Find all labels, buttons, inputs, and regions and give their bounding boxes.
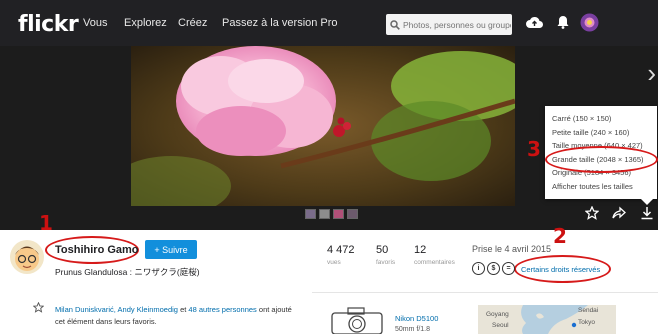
stat-faves-value: 50: [376, 244, 389, 256]
nav-explore[interactable]: Explorez: [124, 17, 167, 29]
download-icon[interactable]: [640, 206, 654, 220]
nav-upgrade-pro[interactable]: Passez à la version Pro: [222, 17, 338, 29]
photostream-thumbnails: [305, 209, 358, 219]
thumbnail[interactable]: [333, 209, 344, 219]
map-label-seoul: Seoul: [492, 322, 509, 329]
next-photo-arrow-icon[interactable]: ›: [647, 58, 656, 89]
cc-attribution-icon: i: [472, 262, 485, 275]
license-icons: i $ =: [472, 262, 515, 275]
size-option-small[interactable]: Petite taille (240 × 160): [545, 126, 657, 140]
stat-views-value: 4 472: [327, 244, 355, 256]
search-icon: [390, 19, 400, 30]
notifications-bell-icon[interactable]: [557, 15, 569, 29]
camera-model-link[interactable]: Nikon D5100: [395, 314, 438, 323]
cc-noderivs-icon: =: [502, 262, 515, 275]
location-map[interactable]: Sendai Tokyo Goyang Seoul: [478, 305, 616, 334]
flickr-logo[interactable]: flickr: [18, 12, 79, 37]
stat-comments-label: commentaires: [414, 259, 455, 266]
search-box[interactable]: [386, 14, 512, 35]
license-link[interactable]: Certains droits réservés: [521, 265, 600, 274]
camera-icon: [331, 307, 383, 334]
annotation-ellipse-large-size: [545, 146, 658, 173]
thumbnail[interactable]: [319, 209, 330, 219]
favorite-star-icon[interactable]: [585, 206, 599, 220]
date-taken: Prise le 4 avril 2015: [472, 244, 552, 254]
search-input[interactable]: [403, 19, 511, 30]
main-photo[interactable]: [131, 46, 515, 206]
fav-users-link[interactable]: Milan Duniskvarić, Andy Kleinmoedig: [55, 305, 178, 314]
favorites-summary: Milan Duniskvarić, Andy Kleinmoedig et 4…: [55, 304, 295, 328]
nav-you[interactable]: Vous: [83, 17, 107, 29]
top-navbar: flickr Vous Explorez Créez Passez à la v…: [0, 0, 658, 46]
section-divider: [312, 292, 658, 293]
map-label-tokyo: Tokyo: [578, 319, 595, 326]
size-option-all-sizes[interactable]: Afficher toutes les tailles: [545, 180, 657, 194]
follow-button[interactable]: + Suivre: [145, 240, 197, 259]
favorites-star-icon: [33, 302, 44, 313]
cc-noncommercial-icon: $: [487, 262, 500, 275]
fav-and-text: et: [177, 305, 189, 314]
author-avatar[interactable]: [10, 240, 44, 274]
map-label-sendai: Sendai: [578, 307, 599, 314]
stat-faves-label: favoris: [376, 259, 396, 266]
nav-create[interactable]: Créez: [178, 17, 207, 29]
photo-title: Prunus Glandulosa : ニワザクラ(庭桜): [55, 267, 200, 277]
map-label-goyang: Goyang: [486, 311, 509, 318]
annotation-number-3: 3: [527, 137, 541, 161]
stat-comments-value: 12: [414, 244, 427, 256]
share-arrow-icon[interactable]: [612, 206, 626, 220]
size-option-square[interactable]: Carré (150 × 150): [545, 112, 657, 126]
user-avatar-icon[interactable]: [580, 13, 599, 32]
upload-cloud-icon[interactable]: [526, 15, 543, 29]
annotation-number-1: 1: [39, 211, 53, 235]
thumbnail[interactable]: [305, 209, 316, 219]
thumbnail[interactable]: [347, 209, 358, 219]
fav-others-link[interactable]: 48 autres personnes: [188, 305, 256, 314]
author-name[interactable]: Toshihiro Gamo: [55, 244, 139, 256]
camera-lens: 50mm f/1.8: [395, 326, 431, 333]
annotation-number-2: 2: [553, 224, 567, 248]
stat-views-label: vues: [327, 259, 341, 266]
